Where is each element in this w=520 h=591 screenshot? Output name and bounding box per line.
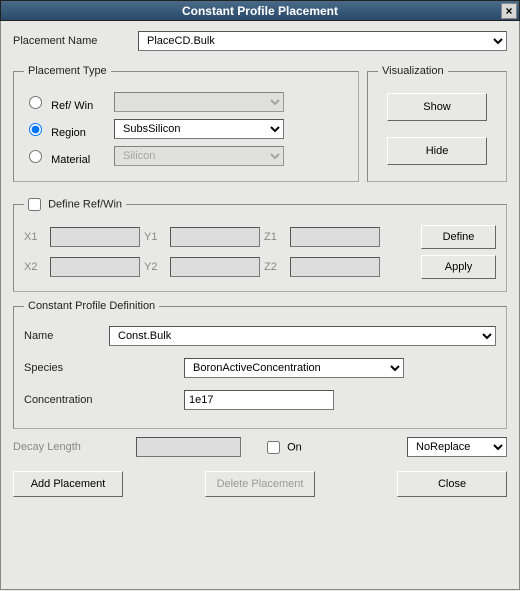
delete-placement-button: Delete Placement [205, 471, 315, 497]
x2-input [50, 257, 140, 277]
concentration-label: Concentration [24, 394, 184, 406]
refwin-radio[interactable] [29, 96, 42, 109]
refwin-radio-label[interactable]: Ref/ Win [24, 93, 114, 112]
window-title: Constant Profile Placement [182, 4, 338, 18]
close-button[interactable]: Close [397, 471, 507, 497]
y2-label: Y2 [144, 261, 166, 273]
placement-type-group: Placement Type Ref/ Win Region SubsSilic… [13, 65, 359, 182]
profile-legend: Constant Profile Definition [24, 300, 159, 312]
close-icon[interactable]: × [501, 3, 517, 19]
add-placement-button[interactable]: Add Placement [13, 471, 123, 497]
y2-input [170, 257, 260, 277]
refwin-select [114, 92, 284, 112]
material-select: Silicon [114, 146, 284, 166]
concentration-input[interactable] [184, 390, 334, 410]
hide-button[interactable]: Hide [387, 137, 487, 165]
y1-label: Y1 [144, 231, 166, 243]
x2-label: X2 [24, 261, 46, 273]
define-refwin-legend[interactable]: Define Ref/Win [24, 198, 126, 211]
visualization-group: Visualization Show Hide [367, 65, 507, 182]
x1-label: X1 [24, 231, 46, 243]
window-body: Placement Name PlaceCD.Bulk Placement Ty… [0, 21, 520, 590]
z2-label: Z2 [264, 261, 286, 273]
material-radio-label[interactable]: Material [24, 147, 114, 166]
placement-name-select[interactable]: PlaceCD.Bulk [138, 31, 507, 51]
define-refwin-checkbox[interactable] [28, 198, 41, 211]
material-radio[interactable] [29, 150, 42, 163]
species-label: Species [24, 362, 184, 374]
placement-type-legend: Placement Type [24, 65, 111, 77]
replace-select[interactable]: NoReplace [407, 437, 507, 457]
profile-definition-group: Constant Profile Definition Name Const.B… [13, 300, 507, 429]
titlebar: Constant Profile Placement × [0, 0, 520, 21]
z2-input [290, 257, 380, 277]
show-button[interactable]: Show [387, 93, 487, 121]
z1-input [290, 227, 380, 247]
z1-label: Z1 [264, 231, 286, 243]
decay-length-label: Decay Length [13, 441, 128, 453]
define-refwin-group: Define Ref/Win X1 Y1 Z1 Define X2 Y2 Z2 … [13, 198, 507, 292]
on-checkbox[interactable] [267, 441, 280, 454]
placement-name-label: Placement Name [13, 35, 138, 47]
region-radio[interactable] [29, 123, 42, 136]
region-radio-label[interactable]: Region [24, 120, 114, 139]
decay-length-input [136, 437, 241, 457]
name-label: Name [24, 330, 109, 342]
x1-input [50, 227, 140, 247]
visualization-legend: Visualization [378, 65, 448, 77]
apply-button[interactable]: Apply [421, 255, 496, 279]
on-checkbox-label[interactable]: On [267, 441, 302, 454]
y1-input [170, 227, 260, 247]
region-select[interactable]: SubsSilicon [114, 119, 284, 139]
name-select[interactable]: Const.Bulk [109, 326, 496, 346]
species-select[interactable]: BoronActiveConcentration [184, 358, 404, 378]
define-button[interactable]: Define [421, 225, 496, 249]
